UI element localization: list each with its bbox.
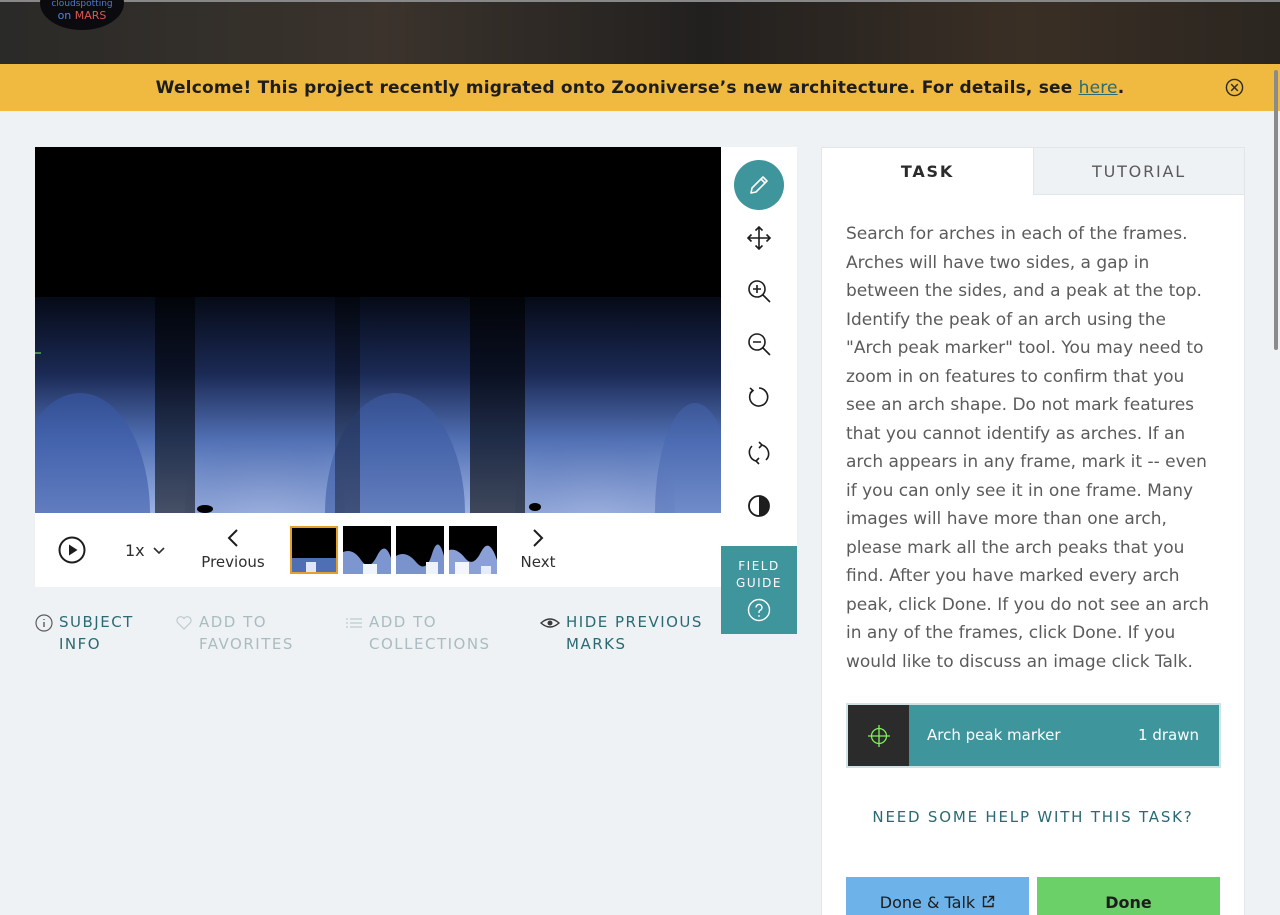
previous-label: Previous (201, 553, 265, 571)
image-toolbar (721, 147, 797, 546)
done-button[interactable]: Done (1037, 877, 1220, 915)
eye-icon (540, 618, 560, 628)
frame-thumbnail[interactable] (290, 526, 338, 574)
chevron-down-icon (153, 546, 165, 554)
page-scrollbar[interactable] (1272, 70, 1280, 350)
next-label: Next (520, 553, 556, 571)
subject-image[interactable] (35, 147, 721, 513)
logo-line-1: cloudspotting (51, 0, 113, 9)
play-icon[interactable] (58, 536, 86, 564)
field-guide-label-2: GUIDE (736, 576, 782, 590)
frame-thumbnail[interactable] (396, 526, 444, 574)
hide-previous-marks-button[interactable]: HIDE PREVIOUS MARKS (540, 611, 703, 655)
done-and-talk-button[interactable]: Done & Talk (846, 877, 1029, 915)
chevron-left-icon (227, 529, 238, 547)
invert-icon (748, 495, 770, 517)
field-guide-label-1: FIELD (738, 559, 780, 573)
move-tool[interactable] (734, 213, 784, 263)
rotate-icon (748, 387, 769, 407)
list-icon (346, 618, 362, 628)
external-link-icon (982, 895, 995, 908)
logo-line-2: on MARS (57, 9, 107, 22)
project-header: cloudspotting on MARS (0, 0, 1280, 64)
task-instructions: Search for arches in each of the frames.… (846, 224, 1210, 672)
arch-peak-marker-tool[interactable]: Arch peak marker 1 drawn (846, 703, 1221, 768)
move-icon (746, 225, 772, 251)
crosshair-icon (848, 705, 909, 766)
project-logo[interactable]: cloudspotting on MARS (40, 0, 124, 30)
add-to-favorites-button[interactable]: ADD TO FAVORITES (175, 611, 294, 655)
banner-text: Welcome! This project recently migrated … (155, 77, 1125, 98)
pencil-icon (750, 176, 768, 194)
task-panel: TASK TUTORIAL Search for arches in each … (821, 147, 1245, 915)
info-icon (35, 614, 53, 632)
zoom-in-tool[interactable] (734, 266, 784, 316)
reset-icon (748, 441, 770, 465)
invert-tool[interactable] (734, 481, 784, 531)
reset-tool[interactable] (734, 428, 784, 478)
speed-value: 1x (125, 541, 145, 560)
viewer-controls: 1x Previous Next (35, 513, 721, 587)
frame-thumbnail[interactable] (449, 526, 497, 574)
zoom-in-icon (748, 280, 771, 303)
tool-count: 1 drawn (1138, 726, 1199, 744)
task-help-link[interactable]: NEED SOME HELP WITH THIS TASK? (822, 808, 1244, 826)
previous-frame-button[interactable]: Previous (200, 529, 266, 571)
tab-task[interactable]: TASK (822, 148, 1033, 195)
rotate-tool[interactable] (734, 372, 784, 422)
subject-info-button[interactable]: SUBJECT INFO (35, 611, 134, 655)
zoom-out-icon (748, 333, 771, 356)
close-icon[interactable] (1225, 78, 1244, 97)
chevron-right-icon (533, 529, 544, 547)
next-frame-button[interactable]: Next (520, 529, 556, 571)
annotate-tool[interactable] (734, 160, 784, 210)
banner-link[interactable]: here (1079, 78, 1118, 98)
zoom-out-tool[interactable] (734, 319, 784, 369)
tab-tutorial[interactable]: TUTORIAL (1033, 148, 1244, 195)
migration-banner: Welcome! This project recently migrated … (0, 64, 1280, 111)
speed-select[interactable]: 1x (125, 541, 165, 560)
help-icon (747, 598, 771, 622)
tool-label: Arch peak marker (927, 726, 1061, 744)
frame-thumbnail[interactable] (343, 526, 391, 574)
field-guide-button[interactable]: FIELD GUIDE (721, 546, 797, 634)
add-to-collections-button[interactable]: ADD TO COLLECTIONS (345, 611, 491, 655)
heart-icon (176, 616, 192, 630)
